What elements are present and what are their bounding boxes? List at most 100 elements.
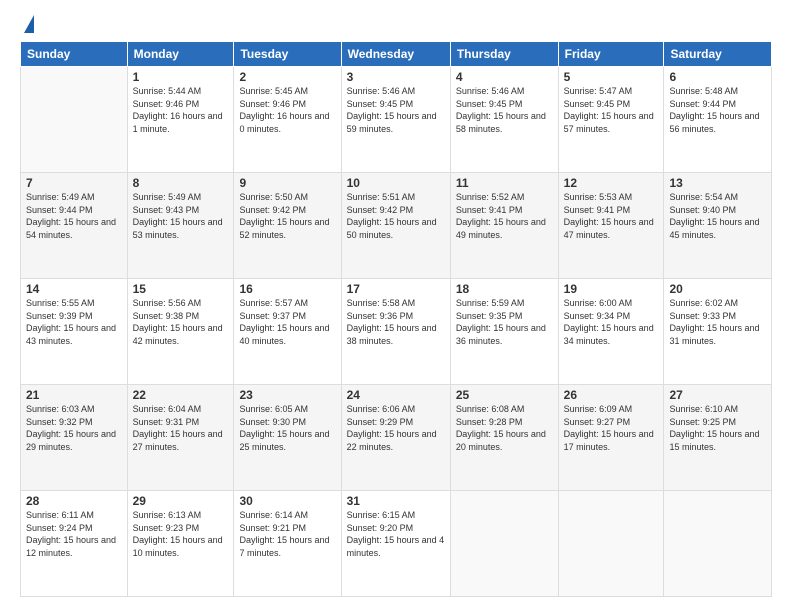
day-info: Sunrise: 5:44 AMSunset: 9:46 PMDaylight:… [133, 85, 229, 135]
col-monday: Monday [127, 42, 234, 67]
day-info: Sunrise: 6:02 AMSunset: 9:33 PMDaylight:… [669, 297, 766, 347]
day-number: 8 [133, 176, 229, 190]
table-row: 19Sunrise: 6:00 AMSunset: 9:34 PMDayligh… [558, 279, 664, 385]
day-number: 10 [347, 176, 445, 190]
page: Sunday Monday Tuesday Wednesday Thursday… [0, 0, 792, 612]
day-number: 4 [456, 70, 553, 84]
table-row: 31Sunrise: 6:15 AMSunset: 9:20 PMDayligh… [341, 491, 450, 597]
day-number: 27 [669, 388, 766, 402]
col-wednesday: Wednesday [341, 42, 450, 67]
table-row: 9Sunrise: 5:50 AMSunset: 9:42 PMDaylight… [234, 173, 341, 279]
day-info: Sunrise: 5:47 AMSunset: 9:45 PMDaylight:… [564, 85, 659, 135]
day-number: 29 [133, 494, 229, 508]
day-info: Sunrise: 6:08 AMSunset: 9:28 PMDaylight:… [456, 403, 553, 453]
table-row: 10Sunrise: 5:51 AMSunset: 9:42 PMDayligh… [341, 173, 450, 279]
day-info: Sunrise: 5:49 AMSunset: 9:44 PMDaylight:… [26, 191, 122, 241]
table-row: 26Sunrise: 6:09 AMSunset: 9:27 PMDayligh… [558, 385, 664, 491]
table-row [664, 491, 772, 597]
day-number: 26 [564, 388, 659, 402]
day-info: Sunrise: 5:50 AMSunset: 9:42 PMDaylight:… [239, 191, 335, 241]
logo-triangle-icon [24, 15, 34, 33]
day-number: 12 [564, 176, 659, 190]
day-info: Sunrise: 5:53 AMSunset: 9:41 PMDaylight:… [564, 191, 659, 241]
header-row: Sunday Monday Tuesday Wednesday Thursday… [21, 42, 772, 67]
table-row [558, 491, 664, 597]
day-number: 31 [347, 494, 445, 508]
day-number: 13 [669, 176, 766, 190]
col-sunday: Sunday [21, 42, 128, 67]
table-row: 30Sunrise: 6:14 AMSunset: 9:21 PMDayligh… [234, 491, 341, 597]
table-row: 4Sunrise: 5:46 AMSunset: 9:45 PMDaylight… [450, 67, 558, 173]
day-number: 1 [133, 70, 229, 84]
col-friday: Friday [558, 42, 664, 67]
table-row: 1Sunrise: 5:44 AMSunset: 9:46 PMDaylight… [127, 67, 234, 173]
table-row: 20Sunrise: 6:02 AMSunset: 9:33 PMDayligh… [664, 279, 772, 385]
day-info: Sunrise: 6:03 AMSunset: 9:32 PMDaylight:… [26, 403, 122, 453]
day-info: Sunrise: 6:04 AMSunset: 9:31 PMDaylight:… [133, 403, 229, 453]
table-row: 18Sunrise: 5:59 AMSunset: 9:35 PMDayligh… [450, 279, 558, 385]
day-number: 20 [669, 282, 766, 296]
day-number: 16 [239, 282, 335, 296]
table-row: 13Sunrise: 5:54 AMSunset: 9:40 PMDayligh… [664, 173, 772, 279]
day-info: Sunrise: 5:59 AMSunset: 9:35 PMDaylight:… [456, 297, 553, 347]
day-info: Sunrise: 5:56 AMSunset: 9:38 PMDaylight:… [133, 297, 229, 347]
table-row [21, 67, 128, 173]
table-row: 8Sunrise: 5:49 AMSunset: 9:43 PMDaylight… [127, 173, 234, 279]
day-number: 19 [564, 282, 659, 296]
day-number: 15 [133, 282, 229, 296]
day-info: Sunrise: 5:51 AMSunset: 9:42 PMDaylight:… [347, 191, 445, 241]
day-info: Sunrise: 5:46 AMSunset: 9:45 PMDaylight:… [347, 85, 445, 135]
table-row [450, 491, 558, 597]
table-row: 2Sunrise: 5:45 AMSunset: 9:46 PMDaylight… [234, 67, 341, 173]
table-row: 14Sunrise: 5:55 AMSunset: 9:39 PMDayligh… [21, 279, 128, 385]
day-info: Sunrise: 6:05 AMSunset: 9:30 PMDaylight:… [239, 403, 335, 453]
col-thursday: Thursday [450, 42, 558, 67]
table-row: 6Sunrise: 5:48 AMSunset: 9:44 PMDaylight… [664, 67, 772, 173]
day-number: 7 [26, 176, 122, 190]
day-info: Sunrise: 5:45 AMSunset: 9:46 PMDaylight:… [239, 85, 335, 135]
day-info: Sunrise: 6:00 AMSunset: 9:34 PMDaylight:… [564, 297, 659, 347]
logo-text [20, 15, 34, 33]
day-number: 2 [239, 70, 335, 84]
day-info: Sunrise: 6:14 AMSunset: 9:21 PMDaylight:… [239, 509, 335, 559]
day-number: 23 [239, 388, 335, 402]
table-row: 25Sunrise: 6:08 AMSunset: 9:28 PMDayligh… [450, 385, 558, 491]
table-row: 24Sunrise: 6:06 AMSunset: 9:29 PMDayligh… [341, 385, 450, 491]
table-row: 17Sunrise: 5:58 AMSunset: 9:36 PMDayligh… [341, 279, 450, 385]
day-number: 30 [239, 494, 335, 508]
day-info: Sunrise: 5:52 AMSunset: 9:41 PMDaylight:… [456, 191, 553, 241]
day-info: Sunrise: 5:55 AMSunset: 9:39 PMDaylight:… [26, 297, 122, 347]
table-row: 28Sunrise: 6:11 AMSunset: 9:24 PMDayligh… [21, 491, 128, 597]
calendar-table: Sunday Monday Tuesday Wednesday Thursday… [20, 41, 772, 597]
day-info: Sunrise: 5:49 AMSunset: 9:43 PMDaylight:… [133, 191, 229, 241]
table-row: 3Sunrise: 5:46 AMSunset: 9:45 PMDaylight… [341, 67, 450, 173]
day-number: 9 [239, 176, 335, 190]
day-info: Sunrise: 6:11 AMSunset: 9:24 PMDaylight:… [26, 509, 122, 559]
day-info: Sunrise: 6:06 AMSunset: 9:29 PMDaylight:… [347, 403, 445, 453]
day-number: 11 [456, 176, 553, 190]
table-row: 5Sunrise: 5:47 AMSunset: 9:45 PMDaylight… [558, 67, 664, 173]
table-row: 21Sunrise: 6:03 AMSunset: 9:32 PMDayligh… [21, 385, 128, 491]
col-saturday: Saturday [664, 42, 772, 67]
table-row: 11Sunrise: 5:52 AMSunset: 9:41 PMDayligh… [450, 173, 558, 279]
col-tuesday: Tuesday [234, 42, 341, 67]
day-number: 18 [456, 282, 553, 296]
day-number: 28 [26, 494, 122, 508]
table-row: 23Sunrise: 6:05 AMSunset: 9:30 PMDayligh… [234, 385, 341, 491]
day-info: Sunrise: 5:57 AMSunset: 9:37 PMDaylight:… [239, 297, 335, 347]
day-info: Sunrise: 6:13 AMSunset: 9:23 PMDaylight:… [133, 509, 229, 559]
day-number: 17 [347, 282, 445, 296]
table-row: 12Sunrise: 5:53 AMSunset: 9:41 PMDayligh… [558, 173, 664, 279]
table-row: 29Sunrise: 6:13 AMSunset: 9:23 PMDayligh… [127, 491, 234, 597]
day-info: Sunrise: 5:46 AMSunset: 9:45 PMDaylight:… [456, 85, 553, 135]
day-number: 22 [133, 388, 229, 402]
table-row: 15Sunrise: 5:56 AMSunset: 9:38 PMDayligh… [127, 279, 234, 385]
day-info: Sunrise: 6:15 AMSunset: 9:20 PMDaylight:… [347, 509, 445, 559]
table-row: 22Sunrise: 6:04 AMSunset: 9:31 PMDayligh… [127, 385, 234, 491]
day-number: 3 [347, 70, 445, 84]
header [20, 15, 772, 33]
day-info: Sunrise: 5:54 AMSunset: 9:40 PMDaylight:… [669, 191, 766, 241]
day-number: 5 [564, 70, 659, 84]
table-row: 27Sunrise: 6:10 AMSunset: 9:25 PMDayligh… [664, 385, 772, 491]
day-number: 24 [347, 388, 445, 402]
